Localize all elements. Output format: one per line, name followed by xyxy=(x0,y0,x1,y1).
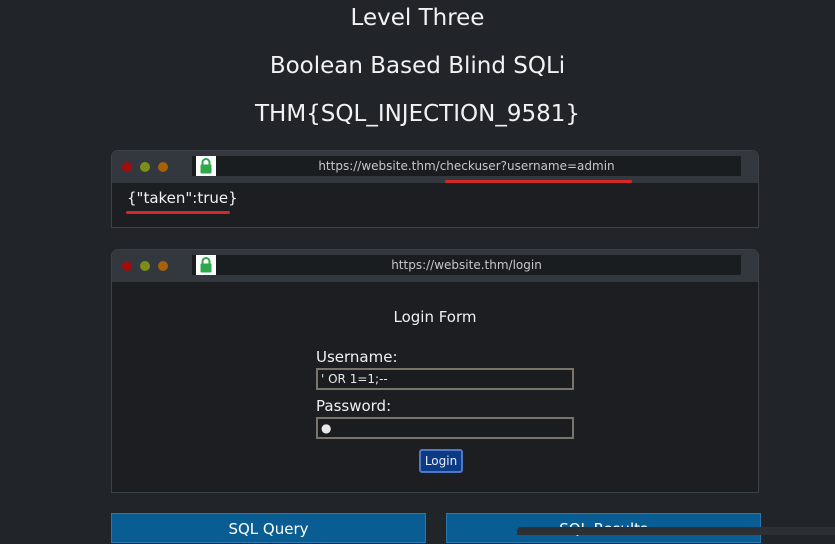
browser-toolbar: https://website.thm/login xyxy=(112,250,758,282)
level-subtitle: Boolean Based Blind SQLi xyxy=(269,53,566,79)
login-button[interactable]: Login xyxy=(419,449,463,473)
address-bar[interactable]: https://website.thm/checkuser?username=a… xyxy=(192,156,741,176)
username-label: Username: xyxy=(316,348,398,366)
username-input[interactable]: ' OR 1=1;-- xyxy=(316,368,574,390)
browser-toolbar: https://website.thm/checkuser?username=a… xyxy=(112,151,758,183)
login-browser-window: https://website.thm/login Login Form Use… xyxy=(111,249,759,493)
level-title: Level Three xyxy=(350,5,485,31)
address-url: https://website.thm/login xyxy=(391,258,542,272)
flag-text: THM{SQL_INJECTION_9581} xyxy=(254,101,580,127)
horizontal-scrollbar[interactable] xyxy=(517,527,835,535)
address-url: https://website.thm/checkuser?username=a… xyxy=(318,159,615,173)
lock-icon xyxy=(196,255,216,275)
sql-query-tab[interactable]: SQL Query xyxy=(111,513,426,543)
close-dot-icon[interactable] xyxy=(122,261,132,271)
login-form-title: Login Form xyxy=(393,308,477,326)
json-response: {"taken":true} xyxy=(127,189,238,207)
minimize-dot-icon[interactable] xyxy=(140,162,150,172)
address-bar[interactable]: https://website.thm/login xyxy=(192,255,741,275)
close-dot-icon[interactable] xyxy=(122,162,132,172)
lock-icon xyxy=(196,156,216,176)
minimize-dot-icon[interactable] xyxy=(140,261,150,271)
maximize-dot-icon[interactable] xyxy=(158,162,168,172)
password-label: Password: xyxy=(316,397,392,415)
response-highlight-underline xyxy=(126,211,230,214)
maximize-dot-icon[interactable] xyxy=(158,261,168,271)
url-highlight-underline xyxy=(445,180,632,183)
password-input[interactable]: ● xyxy=(316,417,574,439)
checkuser-browser-window: https://website.thm/checkuser?username=a… xyxy=(111,150,759,228)
